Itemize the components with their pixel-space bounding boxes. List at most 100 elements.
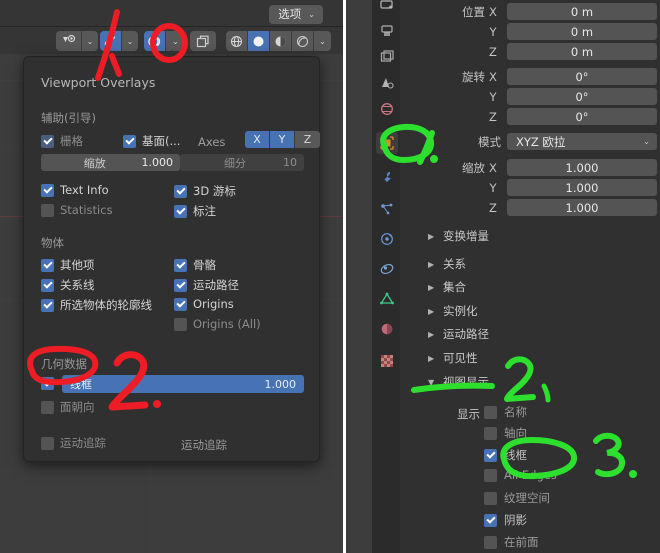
checkbox-label: 名称 xyxy=(504,405,527,419)
scale-y-field[interactable]: 1.000 xyxy=(507,179,657,196)
shading-wireframe-icon[interactable] xyxy=(226,31,248,51)
overlays-icon[interactable] xyxy=(144,31,166,51)
grid-subdivisions-field[interactable]: 细分 10 xyxy=(180,154,304,171)
location-y-field[interactable]: 0 m xyxy=(507,23,657,40)
checkbox-box[interactable] xyxy=(484,448,497,462)
output-tab-icon[interactable] xyxy=(376,46,398,68)
location-x-field[interactable]: 0 m xyxy=(507,3,657,20)
checkbox-box[interactable] xyxy=(123,134,136,148)
checkbox-box[interactable] xyxy=(41,400,54,414)
checkbox-label: 线框 xyxy=(504,448,527,462)
render-tab-icon[interactable] xyxy=(376,20,398,42)
rotation-y-field[interactable]: 0° xyxy=(507,88,657,105)
checkbox-box[interactable] xyxy=(174,184,187,198)
display-all-edges-option[interactable]: All Edges xyxy=(484,468,557,482)
display-in-front-option[interactable]: 在前面 xyxy=(484,534,539,550)
display-wireframe-option[interactable]: 线框 xyxy=(484,447,527,463)
checkbox-motion-paths[interactable]: 运动路径 xyxy=(174,277,239,293)
modifiers-tab-icon[interactable] xyxy=(376,166,398,188)
checkbox-extras[interactable]: 其他项 xyxy=(41,257,95,273)
checkbox-box[interactable] xyxy=(41,278,54,292)
checkbox-box[interactable] xyxy=(484,535,497,549)
checkbox-box[interactable] xyxy=(174,204,187,218)
chevron-down-icon[interactable]: ⌄ xyxy=(82,31,98,51)
checkbox-face-orientation[interactable]: 面朝向 xyxy=(41,399,95,415)
constraints-tab-icon[interactable] xyxy=(376,258,398,280)
checkbox-label: 面朝向 xyxy=(60,400,95,414)
rotation-x-field[interactable]: 0° xyxy=(507,68,657,85)
panel-viewport-display[interactable]: ▼ 视图显示 xyxy=(428,374,489,390)
xray-toggle-icon[interactable] xyxy=(190,31,216,51)
checkbox-text-info[interactable]: Text Info xyxy=(41,183,109,197)
scene-tab-icon[interactable] xyxy=(376,98,398,120)
checkbox-box[interactable] xyxy=(174,297,187,311)
checkbox-bones[interactable]: 骨骼 xyxy=(174,257,216,273)
panel-delta-transform[interactable]: ▶ 变换增量 xyxy=(428,228,489,244)
checkbox-box[interactable] xyxy=(484,405,497,419)
checkbox-grid[interactable]: 栅格 xyxy=(41,133,83,149)
checkbox-box[interactable] xyxy=(174,278,187,292)
object-tab-icon[interactable] xyxy=(376,132,398,154)
shading-material-icon[interactable] xyxy=(270,31,292,51)
checkbox-box[interactable] xyxy=(41,377,54,390)
options-button[interactable]: 选项 ⌄ xyxy=(269,5,323,24)
checkbox-box[interactable] xyxy=(174,258,187,272)
checkbox-origins-all[interactable]: Origins (All) xyxy=(174,317,261,331)
checkbox-statistics[interactable]: Statistics xyxy=(41,203,113,217)
object-types-visibility-icon[interactable] xyxy=(56,31,82,51)
checkbox-box[interactable] xyxy=(41,183,54,197)
panel-collections[interactable]: ▶ 集合 xyxy=(428,279,466,295)
checkbox-box[interactable] xyxy=(484,513,497,527)
rotation-mode-dropdown[interactable]: XYZ 欧拉 ⌄ xyxy=(507,133,657,150)
checkbox-floor[interactable]: 基面(... xyxy=(123,133,180,149)
view-layer-tab-icon[interactable] xyxy=(376,72,398,94)
checkbox-box[interactable] xyxy=(484,468,497,482)
checkbox-origins[interactable]: Origins xyxy=(174,297,234,311)
shading-rendered-icon[interactable] xyxy=(292,31,314,51)
location-z-field[interactable]: 0 m xyxy=(507,43,657,60)
panel-instancing[interactable]: ▶ 实例化 xyxy=(428,303,478,319)
field-value: 1.000 xyxy=(141,156,174,169)
overlays-dropdown-chevron-icon[interactable]: ⌄ xyxy=(166,31,185,51)
axis-z-button[interactable]: Z xyxy=(295,131,320,148)
checkbox-relationship-lines[interactable]: 关系线 xyxy=(41,277,95,293)
scale-z-field[interactable]: 1.000 xyxy=(507,199,657,216)
axis-y-button[interactable]: Y xyxy=(270,131,295,148)
checkbox-box[interactable] xyxy=(174,317,187,331)
display-axis-option[interactable]: 轴向 xyxy=(484,425,527,441)
checkbox-box[interactable] xyxy=(484,426,497,440)
wireframe-slider[interactable]: 线框 1.000 xyxy=(62,375,304,393)
checkbox-outline-selected[interactable]: 所选物体的轮廓线 xyxy=(41,297,152,313)
checkbox-box[interactable] xyxy=(41,436,54,450)
physics-tab-icon[interactable] xyxy=(376,228,398,250)
checkbox-box[interactable] xyxy=(41,258,54,272)
axis-x-button[interactable]: X xyxy=(245,131,270,148)
checkbox-box[interactable] xyxy=(41,298,54,312)
checkbox-box[interactable] xyxy=(484,491,497,505)
tool-tab-icon[interactable] xyxy=(376,0,398,16)
panel-motion-paths[interactable]: ▶ 运动路径 xyxy=(428,326,489,342)
texture-tab-icon[interactable] xyxy=(376,350,398,372)
checkbox-wireframe[interactable] xyxy=(41,377,54,390)
scale-x-field[interactable]: 1.000 xyxy=(507,159,657,176)
chevron-down-icon[interactable]: ⌄ xyxy=(122,31,138,51)
checkbox-3d-cursor[interactable]: 3D 游标 xyxy=(174,183,236,199)
display-name-option[interactable]: 名称 xyxy=(484,404,527,420)
location-y-row: Y 0 m xyxy=(400,23,660,40)
checkbox-annotation[interactable]: 标注 xyxy=(174,203,216,219)
display-texture-space-option[interactable]: 纹理空间 xyxy=(484,490,550,506)
rotation-z-field[interactable]: 0° xyxy=(507,108,657,125)
checkbox-box[interactable] xyxy=(41,134,54,148)
panel-visibility[interactable]: ▶ 可见性 xyxy=(428,350,478,366)
grid-scale-field[interactable]: 缩放 1.000 xyxy=(41,154,180,171)
checkbox-motion-tracking[interactable]: 运动追踪 xyxy=(41,435,106,451)
panel-relations[interactable]: ▶ 关系 xyxy=(428,256,466,272)
material-tab-icon[interactable] xyxy=(376,318,398,340)
chevron-down-icon[interactable]: ⌄ xyxy=(314,31,331,51)
object-data-tab-icon[interactable] xyxy=(376,288,398,310)
particles-tab-icon[interactable] xyxy=(376,198,398,220)
shading-solid-icon[interactable] xyxy=(248,31,270,51)
gizmo-icon[interactable] xyxy=(100,31,122,51)
checkbox-box[interactable] xyxy=(41,203,54,217)
display-shadow-option[interactable]: 阴影 xyxy=(484,512,527,528)
